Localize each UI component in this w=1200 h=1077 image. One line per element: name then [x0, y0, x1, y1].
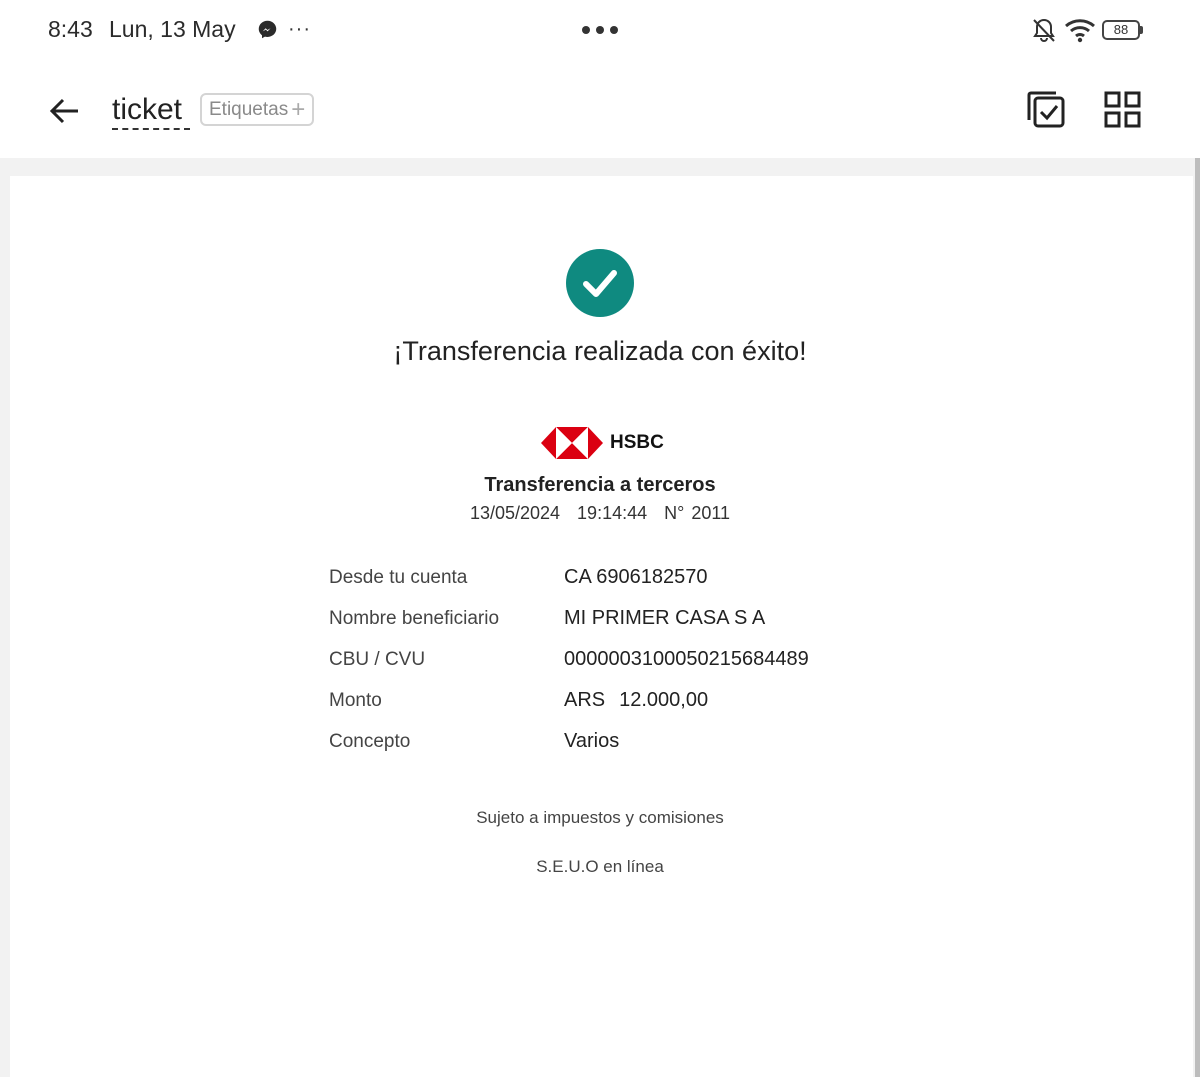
center-dots-icon[interactable]: [580, 25, 620, 35]
detail-label: Concepto: [329, 731, 411, 752]
transfer-meta: 13/05/2024 19:14:44 N° 2011: [10, 503, 1190, 524]
detail-row-amount: Monto ARS 12.000,00: [329, 687, 929, 728]
transfer-date: 13/05/2024: [469, 503, 561, 523]
amount-currency: ARS: [564, 689, 606, 711]
detail-label: Monto: [329, 690, 382, 711]
status-time: 8:43: [48, 16, 93, 42]
detail-row-cbu: CBU / CVU 0000003100050215684489: [329, 646, 929, 687]
status-date: Lun, 13 May: [109, 16, 236, 42]
success-message: ¡Transferencia realizada con éxito!: [393, 336, 807, 366]
scrollbar[interactable]: [1195, 158, 1200, 1077]
detail-value: MI PRIMER CASA S A: [564, 607, 766, 629]
app-bar: ticket Etiquetas +: [0, 62, 1200, 158]
receipt-page: ¡Transferencia realizada con éxito! HSBC…: [10, 176, 1193, 1077]
document-viewer[interactable]: ¡Transferencia realizada con éxito! HSBC…: [0, 158, 1200, 1077]
wifi-icon: [1065, 19, 1095, 43]
detail-label: Desde tu cuenta: [329, 567, 468, 588]
detail-value: 0000003100050215684489: [564, 648, 809, 670]
detail-value: Varios: [564, 730, 620, 752]
battery-tip: [1140, 26, 1143, 34]
status-more-icon: ···: [288, 18, 311, 40]
battery-level: 88: [1102, 20, 1140, 40]
status-bar: 8:43 Lun, 13 May ··· 88: [0, 0, 1200, 62]
amount-value: 12.000,00: [619, 689, 709, 711]
mute-icon: [1033, 18, 1055, 43]
transfer-details: Desde tu cuenta CA 6906182570 Nombre ben…: [329, 564, 929, 769]
footnote-seuo: S.E.U.O en línea: [536, 857, 664, 876]
detail-row-concept: Concepto Varios: [329, 728, 929, 769]
bank-name: HSBC: [610, 432, 664, 453]
messenger-icon: [258, 20, 277, 39]
detail-label: Nombre beneficiario: [329, 608, 500, 629]
footnote-taxes: Sujeto a impuestos y comisiones: [476, 808, 724, 827]
detail-value: ARS 12.000,00: [564, 689, 708, 712]
check-docs-icon[interactable]: [1026, 90, 1066, 130]
success-check-icon: [566, 249, 634, 317]
back-arrow-icon[interactable]: [44, 90, 86, 132]
transfer-time: 19:14:44: [577, 503, 648, 523]
tags-button[interactable]: Etiquetas +: [200, 93, 315, 126]
title-underline: [112, 128, 190, 130]
transfer-number: N° 2011: [664, 503, 731, 523]
tags-label: Etiquetas: [209, 98, 289, 120]
hsbc-logo: [541, 427, 603, 459]
plus-icon: +: [291, 95, 306, 123]
detail-value: CA 6906182570: [564, 566, 708, 588]
transfer-type: Transferencia a terceros: [484, 474, 716, 496]
detail-row-beneficiary: Nombre beneficiario MI PRIMER CASA S A: [329, 605, 929, 646]
battery-indicator: 88: [1102, 20, 1144, 40]
detail-label: CBU / CVU: [329, 649, 426, 670]
document-title[interactable]: ticket: [112, 92, 182, 128]
grid-view-icon[interactable]: [1104, 91, 1141, 128]
detail-row-account: Desde tu cuenta CA 6906182570: [329, 564, 929, 605]
